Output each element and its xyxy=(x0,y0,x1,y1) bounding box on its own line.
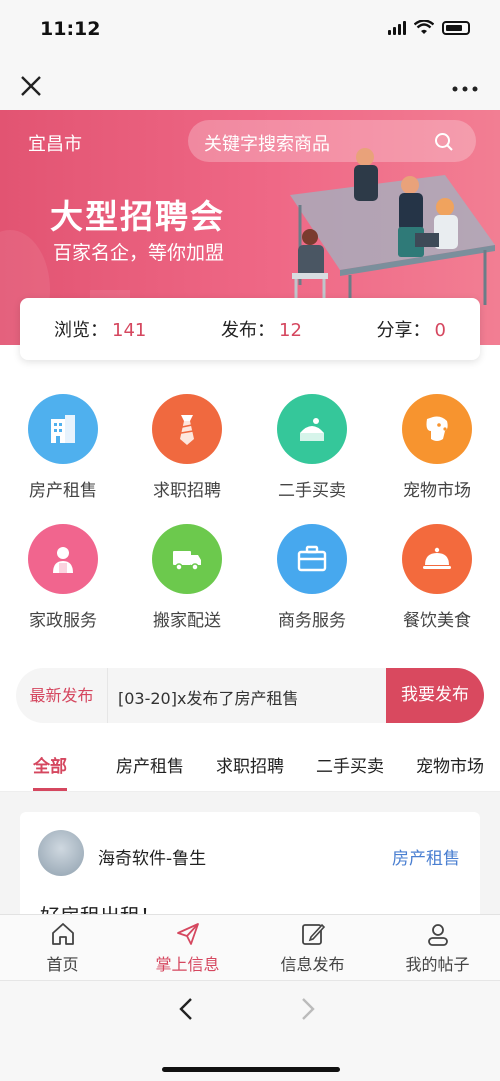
tab-jobs[interactable]: 求职招聘 xyxy=(216,752,284,777)
stat-value: 141 xyxy=(112,320,147,341)
category-circle xyxy=(277,394,347,464)
edit-icon xyxy=(301,923,325,945)
truck-icon xyxy=(173,551,201,571)
tabbar-label: 掌上信息 xyxy=(155,955,220,974)
stats-card: 浏览： 141 发布： 12 分享： 0 xyxy=(20,298,480,360)
tie-icon xyxy=(180,415,194,445)
tab-all[interactable]: 全部 xyxy=(33,752,67,777)
category-secondhand[interactable]: 二手买卖 xyxy=(257,394,367,501)
category-label: 餐饮美食 xyxy=(403,611,471,631)
dog-icon xyxy=(426,416,448,441)
latest-news-bar[interactable]: 最新发布 [03-20]x发布了房产租售 我要发布 xyxy=(16,668,484,723)
building-icon xyxy=(51,415,75,443)
category-label: 搬家配送 xyxy=(153,611,221,631)
stat-value: 0 xyxy=(434,320,446,341)
stat-label: 发布： xyxy=(221,320,275,341)
category-label: 宠物市场 xyxy=(403,481,471,501)
stat-shares: 分享： 0 xyxy=(377,316,446,342)
browser-nav-bar xyxy=(0,980,500,1081)
status-bar: 11:12 xyxy=(0,0,500,60)
post-category[interactable]: 房产租售 xyxy=(392,844,460,869)
chevron-left-icon xyxy=(179,998,192,1020)
tab-secondhand[interactable]: 二手买卖 xyxy=(316,752,384,777)
cake-icon xyxy=(300,418,324,441)
more-button[interactable] xyxy=(452,70,478,100)
publish-button[interactable]: 我要发布 xyxy=(386,668,484,723)
news-tag: 最新发布 xyxy=(16,668,108,723)
stat-value: 12 xyxy=(279,320,302,341)
tabbar-label: 首页 xyxy=(46,955,79,974)
avatar[interactable] xyxy=(38,830,84,876)
back-button[interactable] xyxy=(178,995,194,1030)
category-housekeeping[interactable]: 家政服务 xyxy=(8,524,118,631)
banner-subtitle: 百家名企，等你加盟 xyxy=(53,242,225,264)
city-selector[interactable]: 宜昌市 xyxy=(28,130,82,156)
battery-icon xyxy=(442,21,470,35)
housekeeper-icon xyxy=(53,547,73,573)
category-tabs: 全部 房产租售 求职招聘 二手买卖 宠物市场 xyxy=(0,740,500,792)
category-circle xyxy=(152,524,222,594)
category-business[interactable]: 商务服务 xyxy=(257,524,367,631)
close-icon xyxy=(21,76,41,96)
post-card[interactable]: 海奇软件-鲁生 房产租售 好房租出租！ xyxy=(20,812,480,928)
category-circle xyxy=(28,394,98,464)
stat-label: 分享： xyxy=(376,320,431,341)
tabbar-item-publish[interactable]: 信息发布 xyxy=(250,921,375,975)
nav-bar xyxy=(0,60,500,112)
category-circle xyxy=(402,524,472,594)
category-circle xyxy=(402,394,472,464)
category-label: 商务服务 xyxy=(278,611,346,631)
send-icon xyxy=(176,923,199,945)
category-circle xyxy=(28,524,98,594)
category-pets[interactable]: 宠物市场 xyxy=(382,394,492,501)
chevron-right-icon xyxy=(302,998,315,1020)
category-label: 房产租售 xyxy=(29,481,97,501)
active-tab-indicator xyxy=(33,788,67,791)
tab-real-estate[interactable]: 房产租售 xyxy=(116,752,184,777)
tabbar-item-my-posts[interactable]: 我的帖子 xyxy=(375,921,500,975)
close-button[interactable] xyxy=(20,72,48,100)
category-dining[interactable]: 餐饮美食 xyxy=(382,524,492,631)
category-label: 二手买卖 xyxy=(278,481,346,501)
category-moving[interactable]: 搬家配送 xyxy=(132,524,242,631)
forward-button[interactable] xyxy=(300,995,316,1030)
banner-title: 大型招聘会 xyxy=(50,197,225,236)
stat-label: 浏览： xyxy=(54,320,108,341)
tabbar-item-home[interactable]: 首页 xyxy=(0,921,125,975)
status-time: 11:12 xyxy=(40,18,101,40)
wifi-icon xyxy=(414,20,434,34)
tabbar-label: 我的帖子 xyxy=(405,955,470,974)
category-circle xyxy=(277,524,347,594)
category-label: 家政服务 xyxy=(29,611,97,631)
category-real-estate[interactable]: 房产租售 xyxy=(8,394,118,501)
tabbar-item-info[interactable]: 掌上信息 xyxy=(125,921,250,975)
category-jobs[interactable]: 求职招聘 xyxy=(132,394,242,501)
tab-pets[interactable]: 宠物市场 xyxy=(416,752,484,777)
category-circle xyxy=(152,394,222,464)
stat-views: 浏览： 141 xyxy=(54,316,146,342)
category-label: 求职招聘 xyxy=(153,481,221,501)
post-username: 海奇软件-鲁生 xyxy=(98,849,207,869)
briefcase-icon xyxy=(297,545,327,572)
more-icon xyxy=(452,86,478,92)
meeting-illustration xyxy=(290,148,495,315)
bottom-tab-bar: 首页 掌上信息 信息发布 我的帖子 xyxy=(0,914,500,980)
stat-posts: 发布： 12 xyxy=(221,316,302,342)
signal-icon xyxy=(388,21,406,35)
food-cover-icon xyxy=(423,547,451,569)
home-indicator[interactable] xyxy=(162,1067,340,1072)
news-text[interactable]: [03-20]x发布了房产租售 xyxy=(118,685,298,709)
status-icons xyxy=(388,20,470,36)
tabbar-label: 信息发布 xyxy=(280,955,345,974)
home-icon xyxy=(51,923,74,945)
user-icon xyxy=(427,924,448,946)
